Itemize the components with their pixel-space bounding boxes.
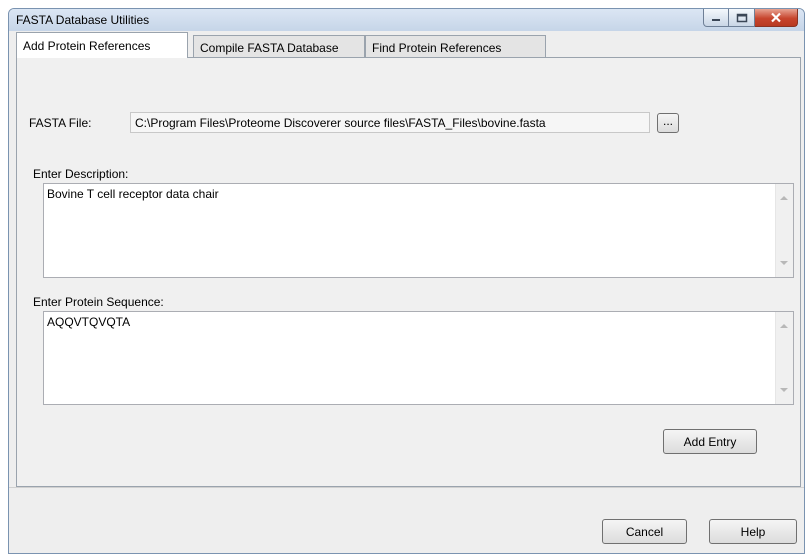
title-bar[interactable]: FASTA Database Utilities [9, 9, 804, 31]
minimize-icon [712, 18, 720, 21]
description-text: Bovine T cell receptor data chair [47, 187, 219, 201]
maximize-button[interactable] [729, 9, 755, 27]
sequence-scrollbar[interactable] [775, 312, 793, 404]
minimize-button[interactable] [703, 9, 729, 27]
browse-button[interactable]: ... [657, 113, 679, 133]
description-textarea[interactable]: Bovine T cell receptor data chair [43, 183, 794, 278]
maximize-icon [736, 13, 747, 22]
close-button[interactable] [755, 9, 798, 27]
scroll-up-arrow-icon[interactable] [780, 196, 788, 200]
scroll-down-arrow-icon[interactable] [780, 261, 788, 265]
scroll-down-arrow-icon[interactable] [780, 388, 788, 392]
description-scrollbar[interactable] [775, 184, 793, 277]
tab-strip: Add Protein References Compile FASTA Dat… [16, 31, 802, 58]
caption-buttons [703, 9, 798, 27]
description-label: Enter Description: [33, 167, 129, 181]
sequence-label: Enter Protein Sequence: [33, 295, 164, 309]
add-entry-button[interactable]: Add Entry [663, 429, 757, 454]
protein-sequence-textarea[interactable]: AQQVTQVQTA [43, 311, 794, 405]
scroll-up-arrow-icon[interactable] [780, 324, 788, 328]
help-button[interactable]: Help [709, 519, 797, 544]
close-icon [771, 12, 781, 23]
footer-divider [9, 487, 804, 488]
tab-panel-add-protein-references: FASTA File: C:\Program Files\Proteome Di… [16, 57, 801, 487]
fasta-file-path-field[interactable]: C:\Program Files\Proteome Discoverer sou… [130, 112, 650, 133]
tab-find-protein-references[interactable]: Find Protein References [365, 35, 546, 57]
tab-compile-fasta-database[interactable]: Compile FASTA Database [193, 35, 365, 57]
window-title: FASTA Database Utilities [16, 13, 150, 27]
dialog-window: FASTA Database Utilities Add Protein Ref… [8, 8, 805, 554]
tab-add-protein-references[interactable]: Add Protein References [16, 32, 188, 58]
cancel-button[interactable]: Cancel [602, 519, 687, 544]
fasta-file-label: FASTA File: [29, 116, 92, 130]
protein-sequence-text: AQQVTQVQTA [47, 315, 131, 329]
